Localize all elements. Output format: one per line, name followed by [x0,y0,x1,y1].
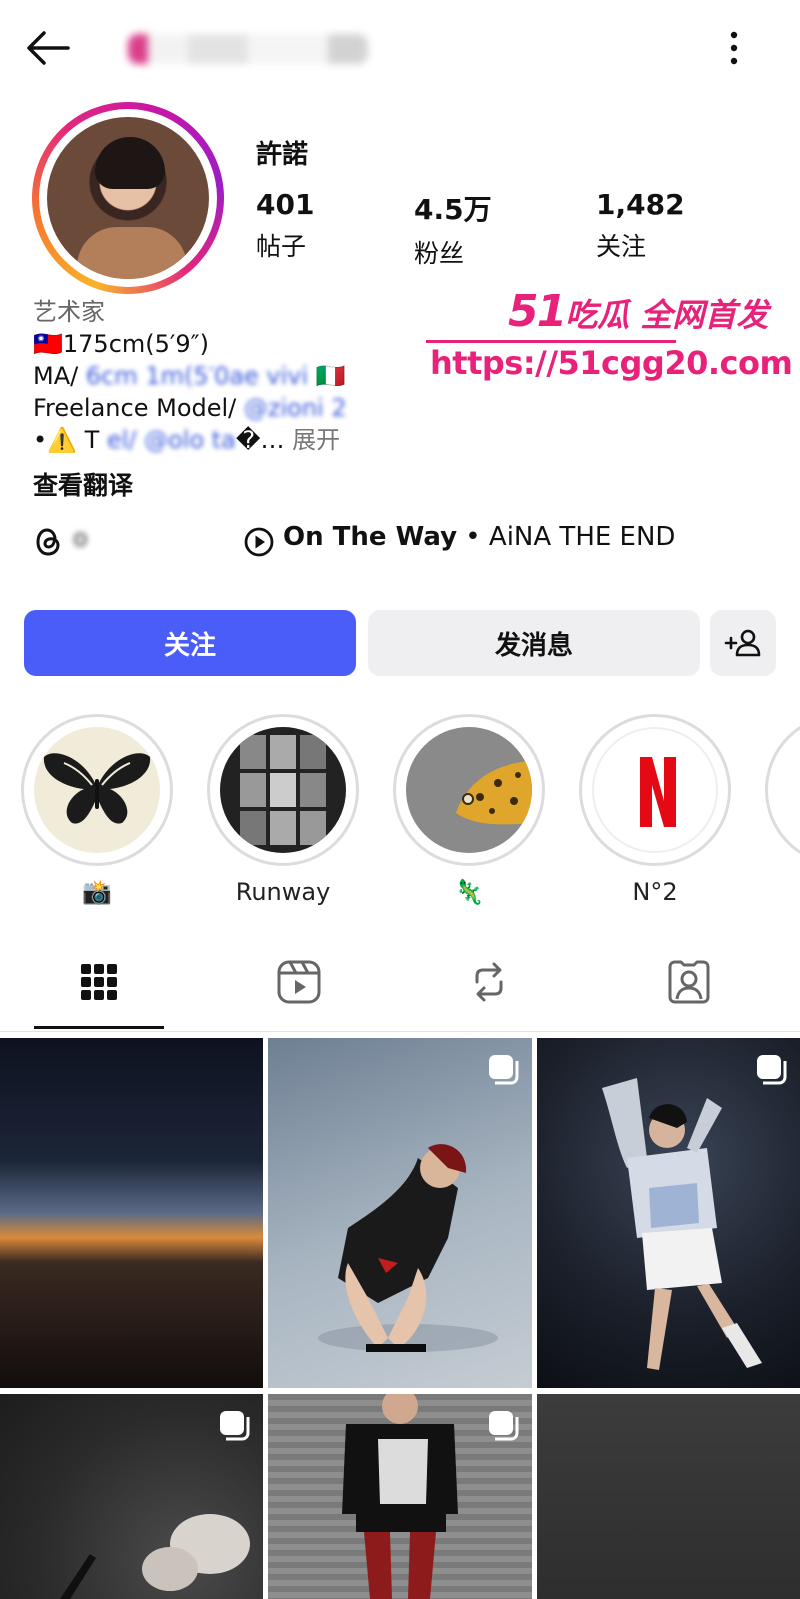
bio-line-freelance: Freelance Model/ @zioni 2 [33,394,347,422]
followers-count: 4.5万 [414,193,492,226]
gecko-highlight-cover [406,727,532,853]
post-thumbnail[interactable] [537,1038,800,1388]
profile-avatar[interactable] [32,102,224,294]
more-options-button[interactable] [716,28,752,68]
repost-icon [475,962,503,1002]
watermark-number: 51 [508,286,567,337]
links-row: o On The Way • AiNA THE END [33,522,773,562]
top-bar [0,0,800,96]
play-circle-icon[interactable] [243,526,275,558]
highlight-label: 📸 [82,878,112,906]
music-track[interactable]: On The Way • AiNA THE END [283,522,675,552]
watermark-url: https://51cgg20.com [430,344,793,382]
username-redacted [128,34,368,64]
highlight-item[interactable] [765,714,800,866]
following-count: 1,482 [596,188,685,221]
highlight-item[interactable]: 🦎 [393,714,545,910]
bio-line-warning: •⚠️ T el/ @olo ta�… 展开 [33,426,341,454]
arrow-left-icon [27,31,70,65]
watermark-text: 吃瓜 全网首发 [565,296,769,334]
highlight-label: N°2 [632,878,678,906]
post-thumbnail[interactable] [0,1038,263,1388]
tagged-person-icon [668,960,710,1004]
vertical-dots-icon [730,31,738,65]
avatar-photo [47,117,209,279]
add-user-icon [724,629,761,657]
followers-label: 粉丝 [414,239,465,268]
post-thumbnail[interactable] [0,1394,263,1599]
bio-mention-link[interactable]: el/ @olo ta [99,426,236,454]
stat-following[interactable]: 1,482 关注 [596,188,685,263]
stat-posts[interactable]: 401 帖子 [256,188,314,263]
posts-count: 401 [256,188,315,221]
bio-mention-link[interactable]: @zioni 2 [244,394,347,422]
highlight-item[interactable]: 📸 [21,714,173,910]
runway-highlight-cover [220,727,346,853]
grid-icon [81,964,117,1000]
tab-reposts[interactable] [424,950,554,1014]
stat-followers[interactable]: 4.5万 粉丝 [414,188,492,270]
highlight-label: 🦎 [454,878,484,906]
active-tab-indicator [34,1026,164,1029]
reels-icon [277,960,321,1004]
post-thumbnail[interactable] [268,1038,532,1388]
butterfly-highlight-cover [34,727,160,853]
highlight-item[interactable]: Runway [207,714,359,910]
highlight-label: Runway [235,878,331,906]
post-thumbnail[interactable] [268,1394,532,1599]
tab-reels[interactable] [234,950,364,1014]
multiple-posts-icon [489,1055,519,1085]
netflix-highlight-cover [592,727,718,853]
watermark-circuit-line [426,340,676,343]
watermark: 51吃瓜 全网首发 https://51cgg20.com [426,286,793,386]
multiple-posts-icon [489,1411,519,1441]
message-button[interactable]: 发消息 [368,610,700,676]
tab-tagged[interactable] [624,950,754,1014]
display-name: 許諾 [256,140,309,170]
song-title: On The Way [283,522,458,552]
add-user-button[interactable] [710,610,776,676]
highlight-item[interactable]: N°2 [579,714,731,910]
tab-divider [0,1031,800,1032]
song-artist: AiNA THE END [488,522,676,552]
threads-icon[interactable] [33,526,63,558]
multiple-posts-icon [757,1055,787,1085]
following-label: 关注 [596,232,647,261]
multiple-posts-icon [220,1411,250,1441]
back-button[interactable] [24,28,72,68]
posts-label: 帖子 [256,232,307,261]
follow-button[interactable]: 关注 [24,610,356,676]
see-translation-link[interactable]: 查看翻译 [33,466,133,502]
threads-handle[interactable]: o [73,524,88,552]
bio-expand-link[interactable]: 展开 [292,426,340,454]
tab-grid[interactable] [34,950,164,1014]
post-thumbnail[interactable] [537,1394,800,1599]
